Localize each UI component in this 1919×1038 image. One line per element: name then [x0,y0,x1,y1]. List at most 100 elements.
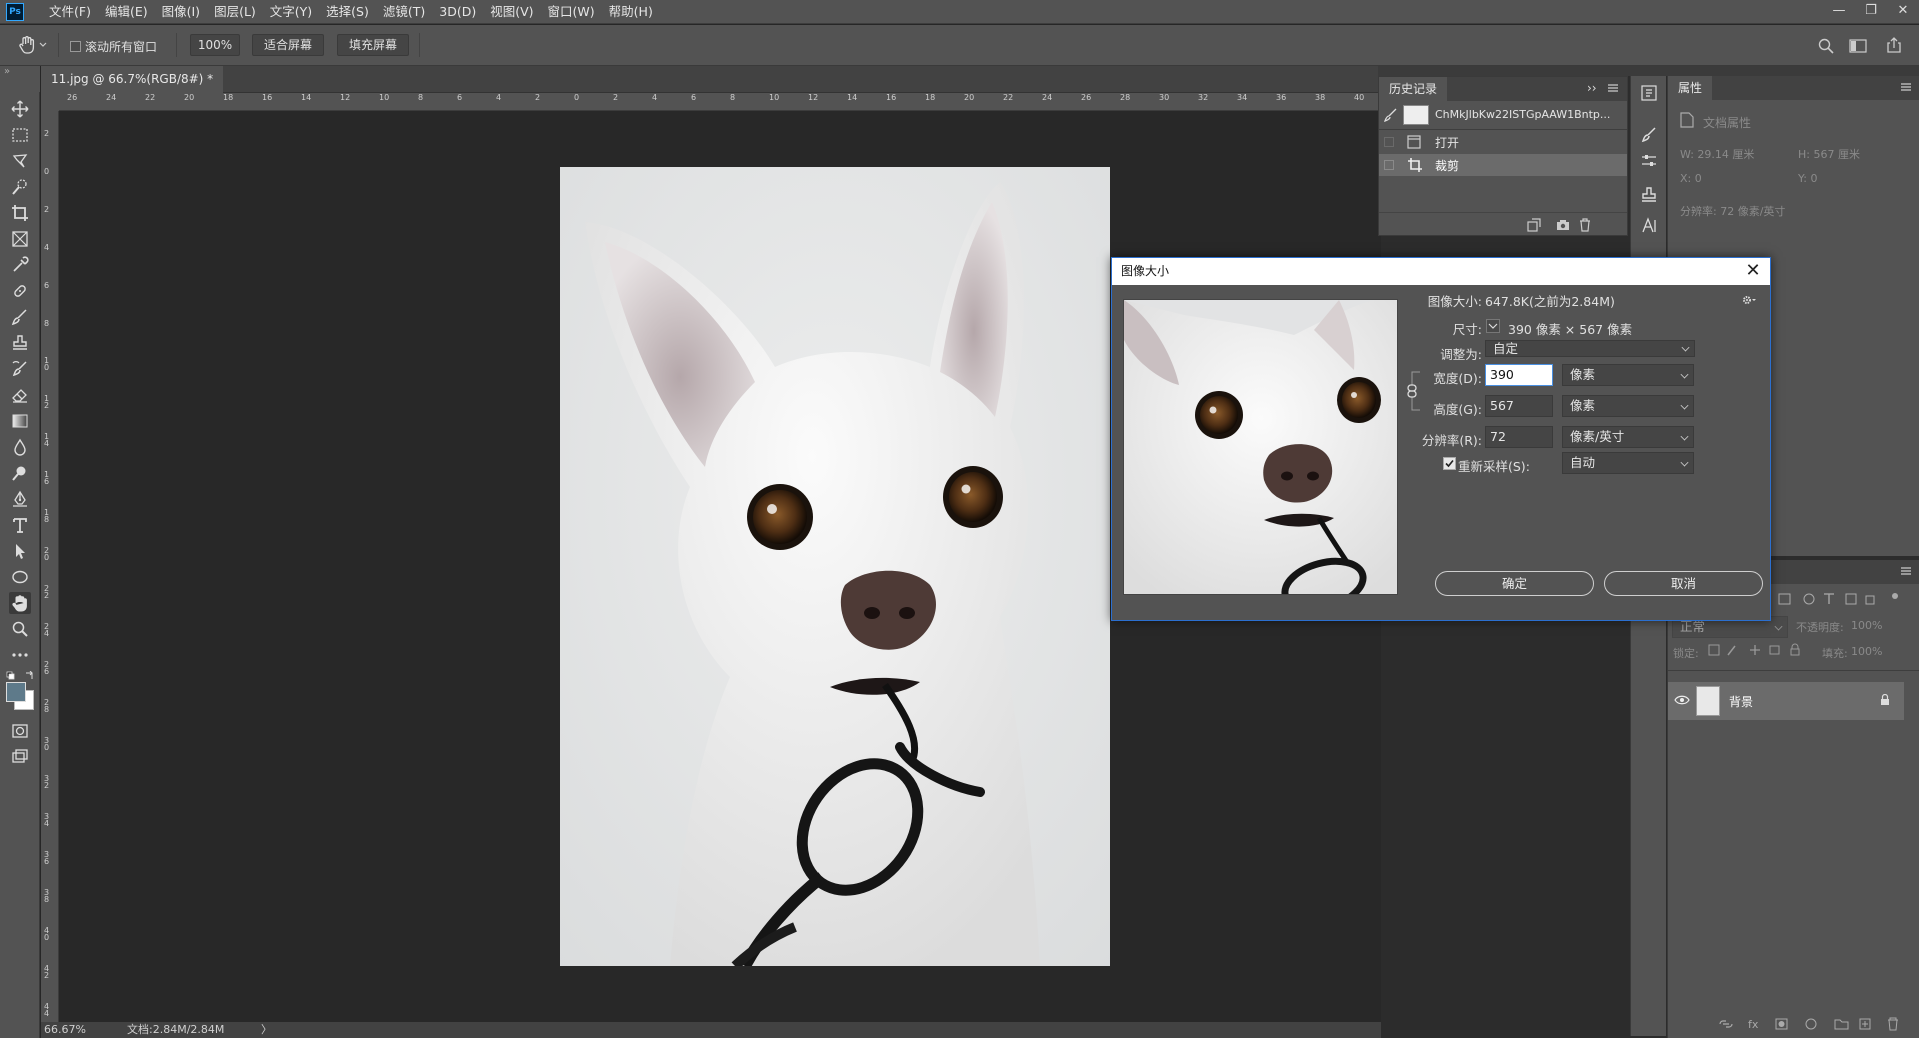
panel-menu-icon[interactable] [1607,80,1619,96]
blur-tool-icon[interactable] [9,436,31,458]
panel-menu-icon[interactable] [1900,563,1912,579]
resample-select[interactable]: 自动 [1562,452,1694,474]
more-tools-icon[interactable] [9,644,31,666]
history-tab[interactable]: 历史记录 [1379,77,1448,101]
trash-icon[interactable] [1579,218,1591,232]
quick-mask-icon[interactable] [9,720,31,742]
opacity-value[interactable]: 100% [1851,619,1882,632]
eye-icon[interactable] [1674,694,1690,706]
zoom-100-button[interactable]: 100% [190,34,240,56]
history-item-open[interactable]: 打开 [1379,131,1627,153]
props-height: H: 567 厘米 [1798,148,1860,161]
history-panel-icon[interactable] [1640,84,1658,102]
pen-tool-icon[interactable] [9,488,31,510]
menu-layer[interactable]: 图层(L) [207,0,263,24]
eyedropper-tool-icon[interactable] [9,254,31,276]
screen-mode-icon[interactable] [9,746,31,768]
restore-button[interactable]: ❐ [1855,0,1887,24]
gradient-tool-icon[interactable] [9,410,31,432]
zoom-tool-icon[interactable] [9,618,31,640]
cancel-button[interactable]: 取消 [1604,571,1763,596]
adjustments-icon[interactable] [1640,152,1658,170]
frame-tool-icon[interactable] [9,228,31,250]
toolbar-collapse-handle[interactable]: » [0,66,40,92]
menu-image[interactable]: 图像(I) [155,0,207,24]
share-icon[interactable] [1886,36,1902,54]
resolution-unit-select[interactable]: 像素/英寸 [1562,426,1694,448]
type-tool-icon[interactable] [9,514,31,536]
history-snapshot[interactable]: ChMkJlbKw22ISTGpAAW1Bntp... [1379,103,1627,127]
minimize-button[interactable]: — [1823,0,1855,24]
history-item-checkbox[interactable] [1384,160,1394,170]
search-icon[interactable] [1818,38,1834,54]
document-tab[interactable]: 11.jpg @ 66.7%(RGB/8#) * × [41,66,223,113]
status-arrow-icon[interactable]: 〉 [261,1022,272,1038]
ellipse-tool-icon[interactable] [9,566,31,588]
fit-screen-button[interactable]: 适合屏幕 [252,34,324,56]
height-input[interactable]: 567 [1485,395,1553,417]
fit-to-select[interactable]: 自定 [1485,340,1695,357]
width-input[interactable]: 390 [1485,364,1553,386]
brush-settings-icon[interactable] [1640,126,1658,144]
width-unit-select[interactable]: 像素 [1562,364,1694,386]
history-brush-source-icon[interactable] [1384,108,1398,122]
dialog-close-button[interactable]: ✕ [1742,260,1764,282]
history-item-crop[interactable]: 裁剪 [1379,154,1627,176]
panel-menu-icon[interactable] [1900,79,1912,95]
menu-file[interactable]: 文件(F) [42,0,98,24]
ruler-tick: 16 [262,93,273,102]
layer-filter-icons[interactable] [1778,592,1908,606]
menu-window[interactable]: 窗口(W) [541,0,602,24]
menu-type[interactable]: 文字(Y) [263,0,319,24]
layers-footer-icons[interactable]: fx [1718,1016,1913,1032]
gear-icon[interactable] [1742,294,1756,306]
menu-bar: Ps 文件(F) 编辑(E) 图像(I) 图层(L) 文字(Y) 选择(S) 滤… [0,0,1919,24]
quick-select-tool-icon[interactable] [9,176,31,198]
hand-tool-preset-icon[interactable] [18,36,48,54]
clone-stamp-tool-icon[interactable] [9,332,31,354]
path-select-tool-icon[interactable] [9,540,31,562]
ruler-tick: 10 [379,93,390,102]
menu-filter[interactable]: 滤镜(T) [376,0,432,24]
clone-source-icon[interactable] [1640,186,1658,204]
foreground-color-swatch[interactable] [6,682,26,702]
camera-icon[interactable] [1556,218,1570,232]
height-unit-select[interactable]: 像素 [1562,395,1694,417]
history-collapse-icon[interactable]: ›› [1587,81,1597,95]
dodge-tool-icon[interactable] [9,462,31,484]
crop-tool-icon[interactable] [9,202,31,224]
image-preview[interactable] [1123,299,1398,595]
properties-tab[interactable]: 属性 [1668,76,1713,100]
healing-brush-tool-icon[interactable] [9,280,31,302]
fill-value[interactable]: 100% [1851,645,1882,658]
scroll-all-windows[interactable]: 滚动所有窗口 [70,38,157,55]
status-zoom[interactable]: 66.67% [44,1022,86,1038]
history-brush-tool-icon[interactable] [9,358,31,380]
menu-select[interactable]: 选择(S) [319,0,376,24]
close-window-button[interactable]: ✕ [1887,0,1919,24]
move-tool-icon[interactable] [9,98,31,120]
ok-button[interactable]: 确定 [1435,571,1594,596]
layer-row-background[interactable]: 背景 [1668,682,1904,720]
dialog-title-bar[interactable]: 图像大小 [1112,258,1770,285]
resample-checkbox[interactable] [1443,457,1456,470]
fill-screen-button[interactable]: 填充屏幕 [337,34,409,56]
lasso-tool-icon[interactable] [9,150,31,172]
character-panel-icon[interactable] [1640,216,1658,234]
history-item-checkbox[interactable] [1384,137,1394,147]
dimensions-dropdown-icon[interactable] [1486,319,1500,333]
menu-edit[interactable]: 编辑(E) [98,0,155,24]
menu-3d[interactable]: 3D(D) [432,0,483,24]
lock-icons[interactable] [1708,643,1808,657]
workspace-icon[interactable] [1849,39,1867,53]
resolution-input[interactable]: 72 [1485,426,1553,448]
hand-tool-icon[interactable] [9,592,31,614]
brush-tool-icon[interactable] [9,306,31,328]
document-image[interactable] [560,167,1110,966]
menu-help[interactable]: 帮助(H) [602,0,660,24]
new-document-from-state-icon[interactable] [1527,218,1541,232]
eraser-tool-icon[interactable] [9,384,31,406]
marquee-tool-icon[interactable] [9,124,31,146]
scroll-all-checkbox[interactable] [70,41,81,52]
menu-view[interactable]: 视图(V) [483,0,540,24]
